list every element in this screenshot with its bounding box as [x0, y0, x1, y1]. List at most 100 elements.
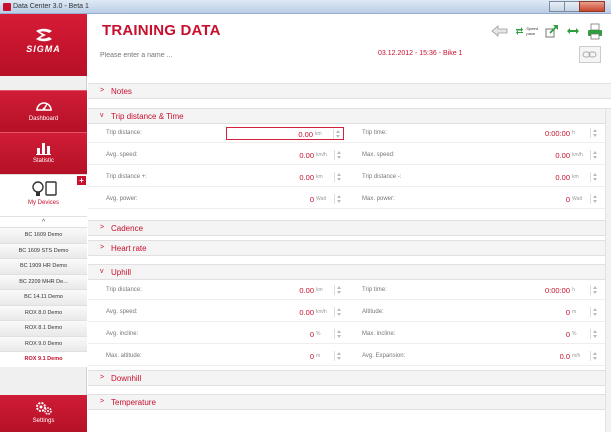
field-label: Avg. Expansion: [362, 353, 406, 359]
field-label: Altitude: [362, 309, 384, 315]
minimize-button[interactable] [549, 1, 565, 12]
device-list-item[interactable]: BC 1609 STS Demo [0, 242, 87, 258]
value-field[interactable]: 0:00:00 h [482, 127, 600, 140]
section-heart-header[interactable]: > Heart rate [88, 240, 611, 256]
field-value: 0.0 [559, 352, 570, 361]
nav-dashboard[interactable]: Dashboard [0, 90, 87, 132]
bar-chart-icon [35, 143, 51, 155]
speed-pace-toggle[interactable]: Speed pace [515, 26, 538, 36]
section-uphill-header[interactable]: v Uphill [88, 264, 611, 280]
value-field[interactable]: 0% [482, 328, 600, 341]
back-arrow-icon[interactable] [491, 24, 508, 38]
field-unit: % [316, 331, 321, 337]
window-title: Data Center 3.0 - Beta 1 [13, 3, 89, 10]
section-temperature-header[interactable]: > Temperature [88, 394, 611, 410]
link-button[interactable] [579, 46, 601, 63]
field-label: Avg. incline: [106, 331, 139, 337]
export-icon[interactable] [545, 24, 559, 38]
nav-settings[interactable]: Settings [0, 395, 87, 432]
data-row: Avg. speed: 0.00 km/h Altitude: 0 m [88, 304, 611, 322]
device-list-item[interactable]: ROX 8.1 Demo [0, 320, 87, 336]
field-unit: km [316, 287, 323, 293]
data-row: Avg. power: 0 Watt Max. power: 0 Watt [88, 191, 611, 209]
field-value: 0.00 [298, 130, 313, 139]
nav-settings-label: Settings [32, 418, 55, 424]
value-field[interactable]: 0m [226, 350, 344, 363]
spinner-control[interactable] [334, 307, 342, 317]
main-panel: TRAINING DATA Speed pace Please enter a … [88, 14, 611, 432]
spinner-control[interactable] [590, 150, 598, 160]
section-trip-header[interactable]: v Trip distance & Time [88, 108, 611, 124]
field-label: Avg. speed: [106, 152, 138, 158]
field-label: Trip distance +: [106, 174, 147, 180]
value-field[interactable]: 0m [482, 306, 600, 319]
section-toggle-icon: > [100, 87, 105, 94]
data-row: Trip distance: 0.00 km Trip time: 0:00:00 h [88, 125, 611, 143]
value-field[interactable]: 0 Watt [226, 193, 344, 206]
device-list-item[interactable]: ROX 9.0 Demo [0, 335, 87, 351]
nav-statistic[interactable]: Statistic [0, 132, 87, 174]
value-field[interactable]: 0% [226, 328, 344, 341]
value-field[interactable]: 0.00 km [226, 171, 344, 184]
spinner-control[interactable] [334, 351, 342, 361]
section-downhill-header[interactable]: > Downhill [88, 370, 611, 386]
close-button[interactable] [579, 1, 605, 12]
field-unit: Watt [316, 196, 327, 202]
device-list-item[interactable]: BC 2209 MHR De... [0, 273, 87, 289]
collapse-devices-button[interactable]: ^ [0, 216, 87, 227]
spinner-control[interactable] [334, 285, 342, 295]
spinner-control[interactable] [590, 172, 598, 182]
field-value: 0 [565, 195, 570, 204]
value-field[interactable]: 0.00 km/h [226, 149, 344, 162]
spinner-control[interactable] [334, 172, 342, 182]
print-icon[interactable] [587, 23, 603, 40]
field-label: Avg. power: [106, 196, 138, 202]
data-row: Avg. incline: 0% Max. incline: 0% [88, 326, 611, 344]
content-scrollbar[interactable] [605, 109, 611, 432]
spinner-control[interactable] [334, 329, 342, 339]
sigma-logo: SIGMA [0, 14, 87, 76]
device-list-item[interactable]: BC 1609 Demo [0, 227, 87, 243]
sync-icon[interactable] [566, 25, 580, 37]
section-cadence-header[interactable]: > Cadence [88, 220, 611, 236]
device-list-item[interactable]: BC 1909 HR Demo [0, 258, 87, 274]
spinner-control[interactable] [590, 285, 598, 295]
device-list-item[interactable]: BC 14.11 Demo [0, 289, 87, 305]
field-unit: m [572, 309, 577, 315]
field-label: Trip time: [362, 130, 387, 136]
nav-statistic-label: Statistic [32, 158, 54, 164]
value-field[interactable]: 0.00 km [482, 171, 600, 184]
sigma-mark-icon [35, 28, 52, 42]
spinner-control[interactable] [590, 128, 598, 138]
value-field[interactable]: 0.00 km [226, 127, 344, 140]
section-title: Cadence [111, 224, 144, 233]
value-field[interactable]: 0.00 km [226, 284, 344, 297]
spinner-control[interactable] [590, 194, 598, 204]
spinner-control[interactable] [333, 129, 341, 139]
spinner-control[interactable] [590, 351, 598, 361]
field-value: 0 [309, 352, 314, 361]
value-field[interactable]: 0.0 m/h [482, 350, 600, 363]
spinner-control[interactable] [590, 307, 598, 317]
training-name-input[interactable] [100, 48, 270, 62]
field-unit: Watt [572, 196, 583, 202]
section-toggle-icon: > [100, 374, 105, 381]
section-notes-header[interactable]: > Notes [88, 83, 611, 99]
device-list-item[interactable]: ROX 8.0 Demo [0, 304, 87, 320]
spinner-control[interactable] [334, 150, 342, 160]
value-field[interactable]: 0 Watt [482, 193, 600, 206]
maximize-button[interactable] [564, 1, 580, 12]
section-toggle-icon: > [100, 398, 105, 405]
data-row: Trip distance +: 0.00 km Trip distance -: 0.… [88, 169, 611, 187]
nav-my-devices[interactable]: My Devices + [0, 174, 87, 216]
device-list-item[interactable]: ROX 9.1 Demo [0, 351, 87, 367]
value-field[interactable]: 0:00:00 h [482, 284, 600, 297]
value-field[interactable]: 0.00 km/h [482, 149, 600, 162]
spinner-control[interactable] [590, 329, 598, 339]
field-unit: m/h [572, 353, 581, 359]
value-field[interactable]: 0.00 km/h [226, 306, 344, 319]
field-unit: h [572, 130, 575, 136]
spinner-control[interactable] [334, 194, 342, 204]
add-device-button[interactable]: + [77, 176, 86, 185]
field-label: Max. power: [362, 196, 395, 202]
